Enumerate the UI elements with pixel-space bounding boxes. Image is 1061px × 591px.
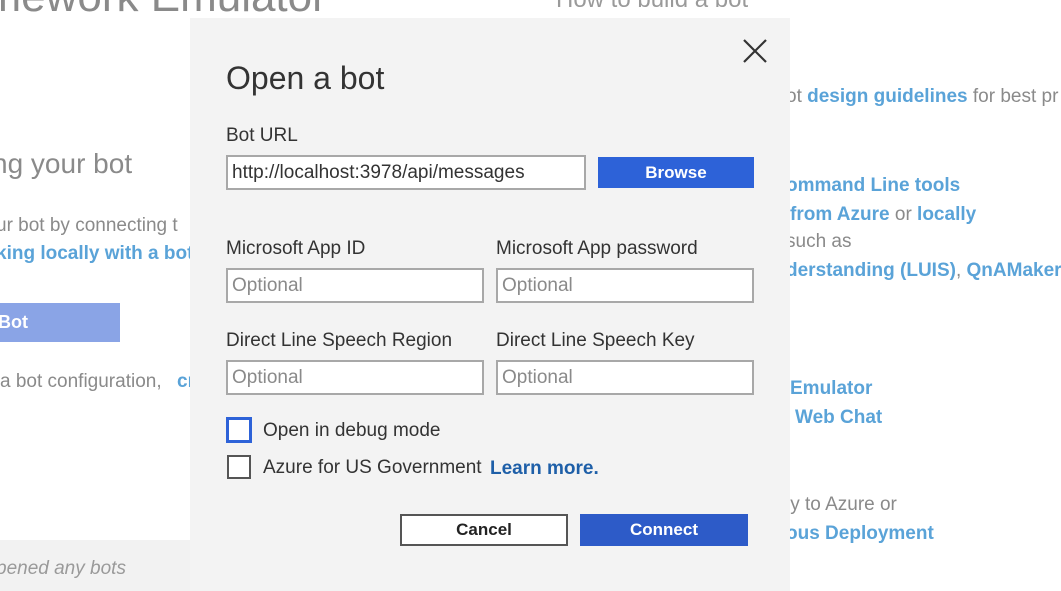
- speech-region-label: Direct Line Speech Region: [226, 330, 453, 351]
- deployment-link[interactable]: ous Deployment: [786, 523, 934, 545]
- luis-link[interactable]: derstanding (LUIS): [786, 260, 956, 281]
- section-heading: ng your bot: [0, 148, 133, 179]
- us-government-label: Azure for US Government: [263, 457, 482, 478]
- right-line1: ot design guidelines for best pr: [786, 86, 1059, 107]
- speech-region-input[interactable]: [226, 360, 484, 395]
- app-password-input[interactable]: [496, 268, 754, 303]
- deploy-text: ly to Azure or: [786, 494, 897, 515]
- cancel-button[interactable]: Cancel: [400, 514, 568, 546]
- config-text: a bot configuration,: [0, 371, 162, 392]
- design-guidelines-link[interactable]: design guidelines: [807, 86, 967, 107]
- speech-key-input[interactable]: [496, 360, 754, 395]
- bot-url-label: Bot URL: [226, 125, 298, 146]
- recent-bots-footer: pened any bots: [0, 540, 190, 591]
- howto-heading: How to build a bot: [556, 0, 748, 14]
- app-password-label: Microsoft App password: [496, 238, 698, 259]
- such-as-text: such as: [786, 231, 852, 252]
- footer-text: pened any bots: [0, 558, 126, 579]
- right-luis-line: derstanding (LUIS), QnAMaker: [786, 260, 1061, 281]
- close-button[interactable]: [740, 36, 770, 66]
- webchat-link[interactable]: Web Chat: [795, 407, 882, 429]
- intro-link[interactable]: king locally with a bot: [0, 243, 193, 265]
- locally-link[interactable]: locally: [917, 204, 976, 225]
- from-azure-link[interactable]: from Azure: [790, 204, 890, 225]
- cli-tools-link[interactable]: ommand Line tools: [786, 175, 960, 197]
- dialog-title: Open a bot: [226, 60, 385, 96]
- bot-url-input[interactable]: [226, 155, 586, 190]
- connect-button[interactable]: Connect: [580, 514, 748, 546]
- app-id-label: Microsoft App ID: [226, 238, 366, 259]
- browse-button[interactable]: Browse: [598, 157, 754, 188]
- right-azure-line: from Azure or locally: [790, 204, 977, 225]
- us-government-checkbox[interactable]: [227, 455, 251, 479]
- app-id-input[interactable]: [226, 268, 484, 303]
- speech-key-label: Direct Line Speech Key: [496, 330, 695, 351]
- learn-more-link[interactable]: Learn more.: [490, 458, 599, 480]
- qnamaker-link[interactable]: QnAMaker: [967, 260, 1061, 281]
- intro-text: ur bot by connecting t: [0, 215, 178, 236]
- close-icon: [743, 39, 767, 63]
- debug-mode-checkbox[interactable]: [226, 417, 252, 443]
- open-bot-dialog: Open a bot Bot URL Browse Microsoft App …: [190, 18, 790, 591]
- open-bot-button-bg[interactable]: Bot: [0, 303, 120, 342]
- emulator-link[interactable]: Emulator: [790, 378, 872, 400]
- debug-mode-label: Open in debug mode: [263, 420, 441, 441]
